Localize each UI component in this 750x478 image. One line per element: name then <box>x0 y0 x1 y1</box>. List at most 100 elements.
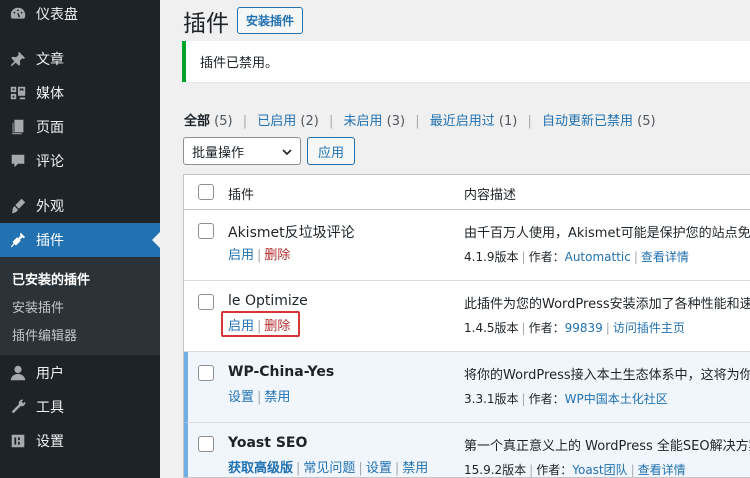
settings-link[interactable]: 设置 <box>366 461 392 476</box>
plugin-row-akismet: Akismet反垃圾评论 启用 | 删除 由千百万人使用，Akismet可能是保护您… <box>184 210 750 281</box>
author-label: 作者： <box>528 392 565 406</box>
faq-link[interactable]: 常见问题 <box>303 461 355 476</box>
brush-icon <box>0 189 36 223</box>
plugin-meta: 4.1.9版本 | 作者：Automattic | 查看详情 <box>464 248 689 265</box>
meta-separator: | <box>521 250 526 264</box>
filter-separator: | <box>328 114 334 129</box>
filter-autoupdate-disabled[interactable]: 自动更新已禁用 <box>542 114 633 129</box>
plugin-checkbox[interactable] <box>198 365 214 381</box>
filter-all[interactable]: 全部 <box>184 114 210 129</box>
activate-link[interactable]: 启用 <box>228 248 254 263</box>
plugin-name: Akismet反垃圾评论 <box>228 225 355 241</box>
menu-posts[interactable]: 文章 <box>0 42 160 76</box>
menu-plugins[interactable]: 插件 <box>0 223 160 257</box>
author-label: 作者： <box>528 250 565 264</box>
submenu-plugin-editor[interactable]: 插件编辑器 <box>12 325 77 344</box>
menu-pages[interactable]: 页面 <box>0 110 160 144</box>
plugin-name: Yoast SEO <box>228 435 308 451</box>
page-title: 插件 <box>183 11 229 37</box>
submenu-installed-plugins[interactable]: 已安装的插件 <box>12 269 90 288</box>
settings-link[interactable]: 设置 <box>228 390 254 405</box>
plugin-row-yoast-seo: Yoast SEO 获取高级版 | 常见问题 | 设置 | 禁用 第一个真正意义上的 Wor… <box>184 423 750 477</box>
filter-active-count: (2) <box>300 114 319 129</box>
plugin-actions: 设置 | 禁用 <box>228 386 290 405</box>
bulk-action-select[interactable]: 批量操作 <box>183 137 301 165</box>
plugin-row-le-optimize: le Optimize 启用 | 删除 此插件为您的WordPress安装添加了各种… <box>184 281 750 352</box>
delete-link[interactable]: 删除 <box>264 248 290 263</box>
author-link[interactable]: WP中国本土化社区 <box>565 392 668 406</box>
author-label: 作者： <box>528 321 565 335</box>
action-separator: | <box>358 461 363 476</box>
plugin-checkbox[interactable] <box>198 223 214 239</box>
plugin-meta: 1.4.5版本 | 作者：99839 | 访问插件主页 <box>464 319 685 336</box>
author-link[interactable]: Automattic <box>565 250 631 264</box>
author-link[interactable]: Yoast团队 <box>572 463 627 477</box>
chevron-down-icon <box>282 149 292 156</box>
plugin-row-wp-china-yes: WP-China-Yes 设置 | 禁用 将你的WordPress接入本土生态体系中… <box>184 352 750 423</box>
wrench-icon <box>0 390 36 424</box>
add-plugin-button[interactable]: 安装插件 <box>237 7 304 34</box>
menu-dashboard[interactable]: 仪表盘 <box>0 0 160 31</box>
column-plugin: 插件 <box>228 188 255 203</box>
meta-separator: | <box>605 321 610 335</box>
filter-separator: | <box>415 114 420 129</box>
comment-icon <box>0 144 36 178</box>
plugin-checkbox[interactable] <box>198 436 214 452</box>
filter-all-count: (5) <box>214 114 233 129</box>
meta-separator: | <box>521 392 526 406</box>
media-icon <box>0 76 36 110</box>
notice-text: 插件已禁用。 <box>200 56 279 71</box>
filter-recently-active[interactable]: 最近启用过 <box>430 114 495 129</box>
plugin-version: 1.4.5版本 <box>464 321 519 335</box>
main-content: 插件 安装插件 插件已禁用。 全部 (5) | 已启用 (2) | 未启用 (3… <box>160 0 750 478</box>
filter-inactive[interactable]: 未启用 <box>344 114 383 129</box>
admin-sidebar: 仪表盘 文章 媒体 页面 评论 外观 插件 已安装的插件 安装插件 插件编辑器 … <box>0 0 160 478</box>
menu-users[interactable]: 用户 <box>0 356 160 390</box>
bulk-action-value: 批量操作 <box>192 145 245 161</box>
filter-separator: | <box>527 114 532 129</box>
column-description: 内容描述 <box>464 188 517 203</box>
menu-comments[interactable]: 评论 <box>0 144 160 178</box>
meta-separator: | <box>633 250 638 264</box>
plugins-table: 插件 内容描述 Akismet反垃圾评论 启用 | 删除 由千百万人使用，Akism… <box>183 174 750 478</box>
plugin-actions: 启用 | 删除 <box>228 244 290 263</box>
highlight-box <box>221 311 300 337</box>
submenu-add-plugin[interactable]: 安装插件 <box>12 297 64 316</box>
deactivate-link[interactable]: 禁用 <box>402 461 428 476</box>
settings-sliders-icon <box>0 424 36 458</box>
pin-icon <box>0 42 36 76</box>
select-all-checkbox[interactable] <box>198 184 214 200</box>
page-icon <box>0 110 36 144</box>
view-details-link[interactable]: 查看详情 <box>641 250 689 264</box>
action-separator: | <box>296 461 301 476</box>
deactivate-link[interactable]: 禁用 <box>264 390 290 405</box>
author-link[interactable]: 99839 <box>565 321 603 335</box>
meta-separator: | <box>521 321 526 335</box>
menu-settings[interactable]: 设置 <box>0 424 160 458</box>
plugin-name: le Optimize <box>228 293 308 309</box>
dashboard-icon <box>0 0 36 31</box>
action-separator: | <box>257 248 262 263</box>
plugin-description: 此插件为您的WordPress安装添加了各种性能和速度 <box>464 297 750 312</box>
filter-inactive-count: (3) <box>386 114 406 129</box>
plugin-name: WP-China-Yes <box>228 364 335 380</box>
menu-media[interactable]: 媒体 <box>0 76 160 110</box>
plugin-description: 由千百万人使用，Akismet可能是保护您的站点免受 <box>464 226 750 241</box>
view-details-link[interactable]: 查看详情 <box>638 463 686 477</box>
plugin-description: 将你的WordPress接入本土生态体系中，这将为你提 <box>464 368 750 383</box>
user-icon <box>0 356 36 390</box>
action-separator: | <box>257 390 262 405</box>
meta-separator: | <box>529 463 534 477</box>
plugin-homepage-link[interactable]: 访问插件主页 <box>613 321 685 335</box>
apply-button[interactable]: 应用 <box>307 137 356 165</box>
menu-tools[interactable]: 工具 <box>0 390 160 424</box>
plugin-checkbox[interactable] <box>198 294 214 310</box>
get-premium-link[interactable]: 获取高级版 <box>228 461 293 476</box>
author-label: 作者： <box>536 463 573 477</box>
menu-appearance[interactable]: 外观 <box>0 189 160 223</box>
plugin-actions: 获取高级版 | 常见问题 | 设置 | 禁用 <box>228 457 428 476</box>
plugin-meta: 15.9.2版本 | 作者：Yoast团队 | 查看详情 <box>464 461 686 477</box>
plugin-icon <box>0 223 36 257</box>
filter-separator: | <box>242 114 248 129</box>
filter-active[interactable]: 已启用 <box>257 114 296 129</box>
